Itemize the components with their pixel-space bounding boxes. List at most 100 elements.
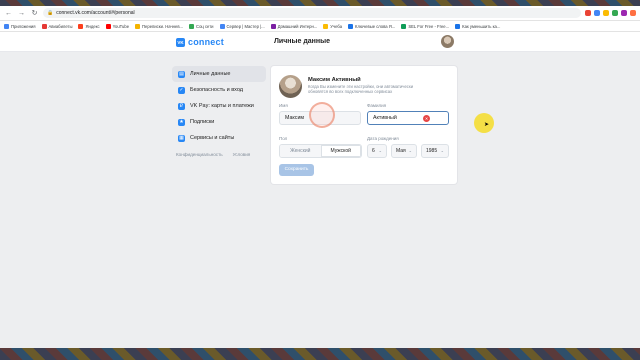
sidebar-footer-links: Конфиденциальность Условия [172,146,266,157]
bookmark-label: Приложения [11,23,36,29]
birth-year-value: 1985 [426,148,438,154]
bookmark-favicon-icon [135,23,141,29]
personal-data-card: Максим Активный Когда Вы измените эти на… [271,66,457,184]
page-title: Личные данные [274,38,330,45]
bookmark-favicon-icon [219,23,225,29]
save-button[interactable]: Сохранить [279,164,314,176]
bookmark-item[interactable]: Как уменьшить ка... [455,23,501,29]
birth-date-label: Дата рождения [367,136,399,141]
bookmark-label: Учеба [330,23,343,29]
sidebar-item-services[interactable]: ▦ Сервисы и сайты [172,130,266,146]
birth-month-value: Мая [396,148,406,154]
back-icon[interactable]: ← [4,9,13,18]
bookmark-item[interactable]: Яндекс [78,23,100,29]
bookmark-favicon-icon [189,23,195,29]
bookmark-favicon-icon [323,23,329,29]
vk-connect-logo[interactable]: VK connect [176,37,224,47]
bookmark-label: Авиабилеты [48,23,73,29]
bookmark-favicon-icon [348,23,354,29]
sidebar: ▤ Личные данные ✓ Безопасность и вход ₽ VK Pa… [172,66,266,157]
bookmark-label: Как уменьшить ка... [462,23,501,29]
reload-icon[interactable]: ↻ [30,9,39,18]
chevron-down-icon: ⌄ [408,148,412,153]
bookmark-label: YouTube [112,23,130,29]
gender-option-male[interactable]: Мужской [320,145,361,157]
subscriptions-icon: ★ [178,118,185,126]
sidebar-item-label: Сервисы и сайты [190,135,235,141]
payment-icon: ₽ [178,102,185,110]
extension-icons [585,10,636,16]
chevron-down-icon: ⌄ [378,148,382,153]
bookmark-label: Переписки. Начнев... [142,23,184,29]
sidebar-item-payment[interactable]: ₽ VK Pay: карты и платежи [172,98,266,114]
id-card-icon: ▤ [178,70,185,78]
click-ripple [309,102,335,128]
address-url: connect.vk.com/account/#/personal [56,10,135,16]
last-name-input[interactable]: Активный ✕ [367,111,449,125]
sidebar-item-label: Безопасность и вход [190,87,243,93]
bookmark-item[interactable]: YouTube [105,23,130,29]
extension-icon[interactable] [621,10,627,16]
address-bar[interactable]: 🔒 connect.vk.com/account/#/personal [43,8,581,18]
bookmark-item[interactable]: Ключевые слова Я... [348,23,396,29]
profile-photo[interactable] [279,75,302,98]
chevron-down-icon: ⌄ [440,148,444,153]
sidebar-item-label: VK Pay: карты и платежи [190,103,254,109]
sidebar-item-shield[interactable]: ✓ Безопасность и вход [172,82,266,98]
bookmark-favicon-icon [78,23,84,29]
birth-day-value: 6 [372,148,375,154]
bookmark-favicon-icon [270,23,276,29]
bookmark-favicon-icon [401,23,407,29]
privacy-link[interactable]: Конфиденциальность [176,152,223,157]
profile-name: Максим Активный [308,77,361,83]
bookmark-label: Сервер | Мастер |... [226,23,265,29]
bookmark-item[interactable]: SEL For Free - Free... [401,23,450,29]
bookmark-favicon-icon [455,23,461,29]
bookmarks-bar: Приложения Авиабилеты Яндекс YouTube Перепис… [0,21,640,32]
extension-icon[interactable] [630,10,636,16]
sidebar-item-label: Личные данные [190,71,231,77]
bookmark-label: Ключевые слова Я... [355,23,396,29]
extension-icon[interactable] [594,10,600,16]
terms-link[interactable]: Условия [233,152,251,157]
birth-month-select[interactable]: Мая ⌄ [391,144,417,158]
bookmark-item[interactable]: Учеба [323,23,343,29]
gender-label: Пол [279,136,288,141]
bookmark-label: Яндекс [85,23,100,29]
bookmark-label: SEL For Free - Free... [408,23,450,29]
extension-icon[interactable] [603,10,609,16]
extension-icon[interactable] [585,10,591,16]
gender-option-female[interactable]: Женский [280,145,321,157]
logo-text: connect [188,37,224,47]
sidebar-item-label: Подписки [190,119,215,125]
bookmark-item[interactable]: Соц сети [189,23,214,29]
bookmark-item[interactable]: Приложения [4,23,36,29]
bookmark-item[interactable]: Домашний Интерн... [270,23,318,29]
browser-window: ← → ↻ 🔒 connect.vk.com/account/#/persona… [0,6,640,348]
vk-connect-header: VK connect Личные данные [0,32,640,52]
bookmark-item[interactable]: Переписки. Начнев... [135,23,184,29]
profile-description: Когда Вы измените эти настройки, они авт… [308,84,414,95]
bookmark-item[interactable]: Сервер | Мастер |... [219,23,265,29]
services-icon: ▦ [178,134,185,142]
vk-logo-icon: VK [176,37,185,47]
bookmark-label: Домашний Интерн... [277,23,318,29]
sidebar-item-id-card[interactable]: ▤ Личные данные [172,66,266,82]
birth-year-select[interactable]: 1985 ⌄ [421,144,449,158]
lock-icon: 🔒 [47,10,54,16]
bookmark-favicon-icon [41,23,47,29]
mouse-cursor-icon: ➤ [484,122,490,128]
bookmark-label: Соц сети [196,23,214,29]
desktop-background-bottom [0,348,640,360]
bookmark-item[interactable]: Авиабилеты [41,23,73,29]
sidebar-item-subscriptions[interactable]: ★ Подписки [172,114,266,130]
birth-day-select[interactable]: 6 ⌄ [367,144,387,158]
user-avatar[interactable] [441,35,454,48]
last-name-value: Активный [373,115,397,121]
last-name-label: Фамилия [367,103,387,108]
first-name-label: Имя [279,103,288,108]
clear-icon[interactable]: ✕ [423,115,430,122]
bookmark-favicon-icon [105,23,111,29]
extension-icon[interactable] [612,10,618,16]
forward-icon[interactable]: → [17,9,26,18]
